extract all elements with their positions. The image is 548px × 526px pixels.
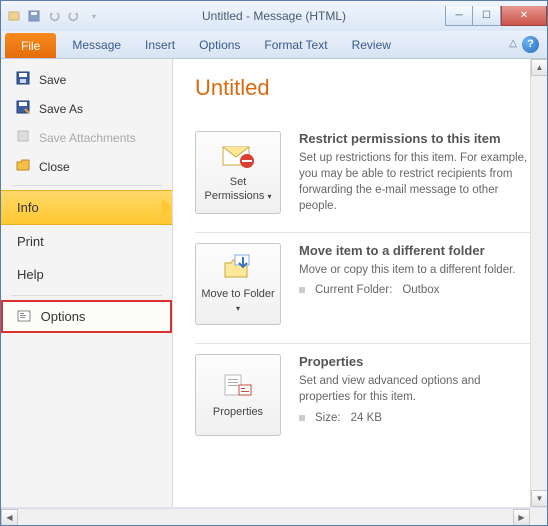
sidebar-save-as-label: Save As [39,102,83,116]
current-folder-value: Outbox [402,284,439,296]
backstage-sidebar: Save Save As Save Attachments Close Info… [1,59,173,507]
sidebar-separator [11,295,162,296]
tab-insert[interactable]: Insert [133,31,187,58]
undo-icon[interactable] [45,7,63,25]
section-properties-text: Properties Set and view advanced options… [299,354,537,436]
section-move: Move to Folder ▾ Move item to a differen… [195,233,537,344]
tab-options[interactable]: Options [187,31,252,58]
tab-message[interactable]: Message [60,31,133,58]
attachment-icon [15,128,31,147]
sidebar-separator [11,185,162,186]
move-heading: Move item to a different folder [299,243,531,258]
scroll-up-button[interactable]: ▲ [531,59,548,76]
title-bar: ▾ Untitled - Message (HTML) ─ ☐ ✕ [1,1,547,31]
move-folder-icon [221,253,255,284]
tab-review[interactable]: Review [340,31,403,58]
sidebar-nav-print-label: Print [17,234,44,249]
bullet-icon [299,415,305,421]
sidebar-nav-info-label: Info [17,200,39,215]
close-button[interactable]: ✕ [501,6,547,26]
tab-format-text[interactable]: Format Text [252,31,339,58]
app-window: ▾ Untitled - Message (HTML) ─ ☐ ✕ File M… [0,0,548,526]
sidebar-save-attachments: Save Attachments [1,123,172,152]
current-folder-label: Current Folder: [315,284,392,296]
window-buttons: ─ ☐ ✕ [445,6,547,26]
sidebar-save-attachments-label: Save Attachments [39,131,136,145]
section-permissions: Set Permissions ▾ Restrict permissions t… [195,121,537,233]
dropdown-icon: ▾ [267,192,271,201]
minimize-button[interactable]: ─ [445,6,473,26]
section-properties: Properties Properties Set and view advan… [195,344,537,454]
ribbon-tabs: File Message Insert Options Format Text … [1,31,547,59]
qat-dropdown-icon[interactable]: ▾ [85,7,103,25]
properties-heading: Properties [299,354,531,369]
section-move-text: Move item to a different folder Move or … [299,243,537,325]
scroll-down-button[interactable]: ▼ [531,490,548,507]
envelope-restrict-icon [221,141,255,172]
sidebar-nav-options-label: Options [41,309,86,324]
sidebar-close[interactable]: Close [1,152,172,181]
sidebar-nav-print[interactable]: Print [1,225,172,258]
set-permissions-label: Set Permissions ▾ [200,176,276,204]
sidebar-nav-help[interactable]: Help [1,258,172,291]
page-title: Untitled [195,75,537,101]
save-icon[interactable] [25,7,43,25]
size-label: Size: [315,412,341,424]
move-to-folder-button[interactable]: Move to Folder ▾ [195,243,281,325]
scroll-corner [530,508,547,525]
sidebar-save-as[interactable]: Save As [1,94,172,123]
dropdown-icon: ▾ [236,304,240,313]
move-to-folder-label: Move to Folder ▾ [200,288,276,316]
horizontal-scrollbar[interactable]: ◀ ▶ [1,508,530,525]
move-meta: Current Folder: Outbox [299,284,531,296]
window-title: Untitled - Message (HTML) [202,9,346,23]
set-permissions-button[interactable]: Set Permissions ▾ [195,131,281,214]
sidebar-nav-help-label: Help [17,267,44,282]
save-icon [15,70,31,89]
options-icon [17,309,31,324]
minimize-ribbon-icon[interactable]: △ [509,38,517,49]
vertical-scrollbar[interactable]: ▲ ▼ [530,59,547,507]
scroll-left-button[interactable]: ◀ [1,509,18,526]
permissions-heading: Restrict permissions to this item [299,131,531,146]
bullet-icon [299,287,305,293]
size-value: 24 KB [351,412,382,424]
properties-meta: Size: 24 KB [299,412,531,424]
maximize-button[interactable]: ☐ [473,6,501,26]
properties-label: Properties [213,406,263,420]
backstage-body: Save Save As Save Attachments Close Info… [1,59,547,507]
quick-access-toolbar: ▾ [1,7,103,25]
sidebar-save-label: Save [39,73,66,87]
tab-file[interactable]: File [5,33,56,58]
backstage-content: Untitled Set Permissions ▾ Restrict perm… [173,59,547,507]
properties-desc: Set and view advanced options and proper… [299,373,531,405]
sidebar-nav-options[interactable]: Options [1,300,172,333]
sidebar-save[interactable]: Save [1,65,172,94]
permissions-desc: Set up restrictions for this item. For e… [299,150,531,214]
folder-close-icon [15,157,31,176]
sidebar-nav-info[interactable]: Info [1,190,172,225]
redo-icon[interactable] [65,7,83,25]
sidebar-close-label: Close [39,160,70,174]
scroll-right-button[interactable]: ▶ [513,509,530,526]
help-icon[interactable]: ? [522,36,539,53]
properties-icon [221,371,255,402]
app-icon[interactable] [5,7,23,25]
section-permissions-text: Restrict permissions to this item Set up… [299,131,537,214]
save-as-icon [15,99,31,118]
properties-button[interactable]: Properties [195,354,281,436]
move-desc: Move or copy this item to a different fo… [299,262,531,278]
